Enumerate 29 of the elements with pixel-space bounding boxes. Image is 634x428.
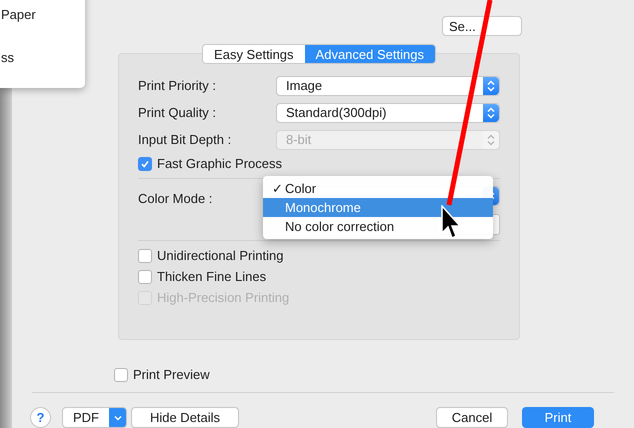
help-button[interactable]: ? [30,407,51,428]
menu-item[interactable]: ✓Color [263,179,493,198]
popup-select[interactable]: Standard(300dpi) [276,102,500,123]
field-label: Print Quality : [138,104,218,122]
checkbox[interactable] [114,368,128,382]
menu-item[interactable]: ss [1,48,85,65]
field-label: Print Priority : [138,76,218,95]
cancel-button[interactable]: Cancel [436,407,508,428]
stepper-icon [483,130,499,149]
checkbox[interactable] [138,270,152,284]
menu-item[interactable]: No color correction [263,217,493,236]
checkbox-label: Print Preview [133,366,210,384]
popup-select[interactable]: Image [276,76,500,96]
checkbox-label: Fast Graphic Process [157,154,282,173]
checkbox[interactable] [138,156,152,171]
pdf-button[interactable]: PDF [62,407,127,428]
menu-item[interactable]: Paper [1,5,85,22]
settings-tab[interactable]: Easy Settings [203,45,305,64]
stepper-icon [483,76,499,95]
field-label: Input Bit Depth : [138,130,232,149]
settings-button[interactable]: Se... [442,16,522,36]
checkbox[interactable] [138,248,152,263]
field-label: Color Mode : [138,190,214,208]
checkbox-label: Unidirectional Printing [157,246,284,265]
caret-icon [109,408,126,427]
stepper-icon [483,104,499,122]
hide-details-button[interactable]: Hide Details [131,407,239,428]
checkbox-label: Thicken Fine Lines [157,268,266,286]
checkmark-icon [140,158,150,169]
